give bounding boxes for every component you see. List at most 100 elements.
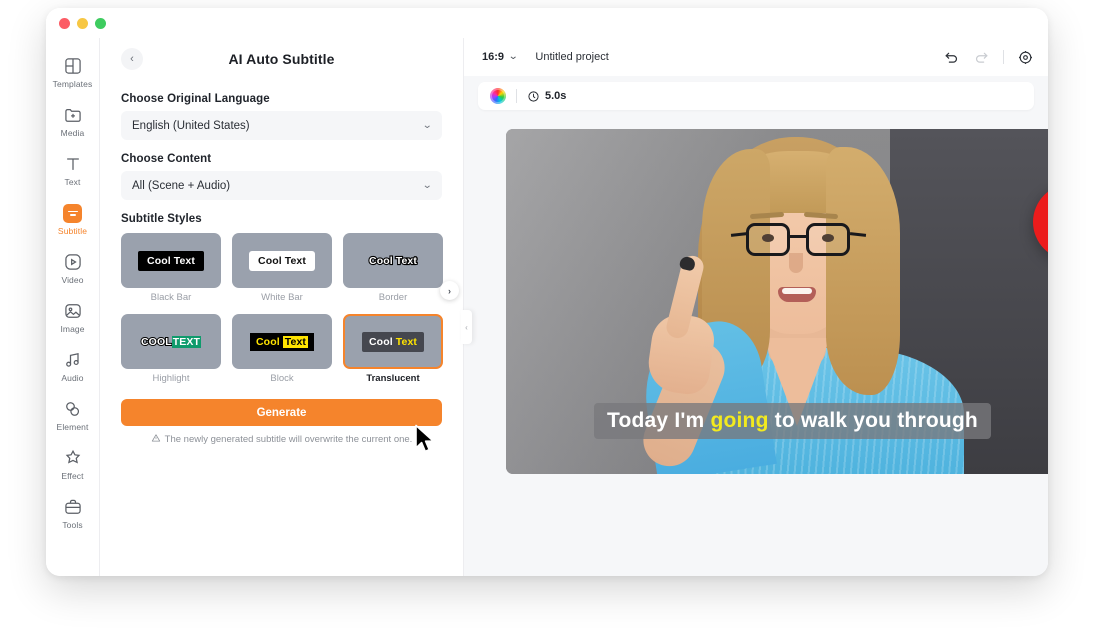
sidebar-label: Effect: [61, 470, 84, 481]
sidebar-item-subtitle[interactable]: Subtitle: [46, 195, 100, 243]
warning-triangle-icon: [151, 433, 161, 446]
style-card-highlight[interactable]: COOL TEXT Highlight: [121, 314, 221, 384]
style-preview: Cool Text: [343, 314, 443, 369]
panel-collapse-handle[interactable]: ‹: [461, 310, 472, 344]
glasses-lens-right: [806, 223, 850, 256]
color-wheel-icon[interactable]: [490, 88, 506, 104]
style-preview: Cool Text: [343, 233, 443, 288]
style-card-border[interactable]: Cool Text Border: [343, 233, 443, 303]
duration-control[interactable]: 5.0s: [527, 90, 566, 103]
app-window: Templates Media Text Subtitle Video Imag…: [46, 8, 1048, 576]
sidebar-item-audio[interactable]: Audio: [46, 342, 100, 390]
chevron-down-icon: ⌄: [421, 179, 433, 191]
panel-header: ‹ AI Auto Subtitle: [121, 38, 442, 80]
zoom-window-button[interactable]: [95, 17, 106, 29]
window-body: Templates Media Text Subtitle Video Imag…: [46, 38, 1048, 576]
sidebar-item-effect[interactable]: Effect: [46, 440, 100, 488]
aspect-ratio-select[interactable]: 16:9 ⌄: [482, 51, 519, 63]
audio-icon: [62, 350, 83, 371]
window-titlebar: [46, 8, 1048, 38]
sample-word-2: TEXT: [171, 335, 201, 348]
minimize-window-button[interactable]: [77, 17, 88, 29]
focus-target-icon[interactable]: [1017, 49, 1034, 66]
glasses-lens-left: [746, 223, 790, 256]
style-card-block[interactable]: Cool Text Block: [232, 314, 332, 384]
chevron-left-icon: ‹: [130, 53, 134, 65]
close-window-button[interactable]: [59, 17, 70, 29]
chevron-left-icon: ‹: [465, 322, 468, 332]
media-icon: [62, 105, 83, 126]
sidebar-item-templates[interactable]: Templates: [46, 48, 100, 96]
style-preview: COOL TEXT: [121, 314, 221, 369]
video-preview-canvas[interactable]: Today I'm going to walk you through: [506, 129, 1048, 474]
sidebar-item-video[interactable]: Video: [46, 244, 100, 292]
style-card-white-bar[interactable]: Cool Text White Bar: [232, 233, 332, 303]
undo-icon[interactable]: [943, 49, 960, 66]
sidebar-label: Element: [56, 421, 89, 432]
templates-icon: [62, 56, 83, 77]
redo-icon[interactable]: [973, 49, 990, 66]
caption-suffix: to walk you through: [768, 409, 978, 432]
style-label: Border: [378, 292, 408, 303]
video-icon: [62, 252, 83, 273]
sidebar-label: Text: [64, 176, 81, 187]
chevron-down-icon: ⌄: [421, 119, 433, 131]
content-select[interactable]: All (Scene + Audio) ⌄: [121, 171, 442, 200]
styles-next-button[interactable]: ›: [440, 281, 459, 300]
sidebar-label: Video: [61, 274, 84, 285]
back-button[interactable]: ‹: [121, 48, 143, 70]
chevron-right-icon: ›: [448, 285, 451, 296]
text-icon: [62, 154, 83, 175]
hair-right: [826, 147, 900, 395]
sidebar-item-element[interactable]: Element: [46, 391, 100, 439]
style-sample-text: Cool Text: [138, 250, 204, 271]
style-preview: Cool Text: [232, 233, 332, 288]
preview-toolbar: 16:9 ⌄ Untitled project: [464, 38, 1048, 76]
style-label: Block: [270, 373, 294, 384]
sidebar-label: Image: [60, 323, 85, 334]
style-preview: Cool Text: [121, 233, 221, 288]
content-value: All (Scene + Audio): [132, 179, 231, 192]
tools-icon: [62, 497, 83, 518]
style-label: Black Bar: [150, 292, 192, 303]
sample-word-1: COOL: [140, 335, 173, 349]
sidebar-item-image[interactable]: Image: [46, 293, 100, 341]
sidebar-item-tools[interactable]: Tools: [46, 489, 100, 537]
style-sample-text: Cool Text: [249, 250, 315, 271]
preview-stage: Today I'm going to walk you through: [464, 110, 1048, 576]
sidebar-item-text[interactable]: Text: [46, 146, 100, 194]
caption-prefix: Today I'm: [607, 409, 711, 432]
language-value: English (United States): [132, 119, 250, 132]
sample-word-1: Cool: [369, 335, 393, 348]
style-card-black-bar[interactable]: Cool Text Black Bar: [121, 233, 221, 303]
style-sample-text: Cool Text: [362, 331, 424, 352]
sidebar-label: Subtitle: [57, 225, 88, 236]
subtitle-styles-label: Subtitle Styles: [121, 213, 202, 225]
sidebar-label: Tools: [62, 519, 83, 530]
language-label: Choose Original Language: [121, 93, 270, 105]
style-label: Highlight: [152, 373, 190, 384]
style-card-translucent[interactable]: Cool Text Translucent: [343, 314, 443, 384]
ai-auto-subtitle-panel: ‹ AI Auto Subtitle Choose Original Langu…: [100, 38, 472, 576]
caption-highlight: going: [710, 409, 769, 432]
subtitle-overlay[interactable]: Today I'm going to walk you through: [594, 403, 991, 439]
clip-toolbar: 5.0s: [478, 82, 1034, 110]
generate-button[interactable]: Generate: [121, 399, 442, 426]
project-name[interactable]: Untitled project: [535, 51, 608, 63]
subtitle-style-grid: Cool Text Black Bar Cool Text White Bar …: [121, 233, 459, 384]
sidebar-nav: Templates Media Text Subtitle Video Imag…: [46, 38, 100, 576]
element-icon: [62, 399, 83, 420]
duration-value: 5.0s: [545, 90, 567, 102]
image-icon: [62, 301, 83, 322]
toolbar-divider: [1003, 50, 1004, 64]
preview-pane: 16:9 ⌄ Untitled project 5.0s Today I'm g…: [464, 38, 1048, 576]
sidebar-item-media[interactable]: Media: [46, 97, 100, 145]
chevron-down-icon: ⌄: [507, 51, 519, 62]
sample-word-1: Cool: [256, 335, 280, 348]
style-label: White Bar: [261, 292, 303, 303]
effect-icon: [62, 448, 83, 469]
original-language-select[interactable]: English (United States) ⌄: [121, 111, 442, 140]
style-sample-text: COOL TEXT: [140, 335, 201, 349]
glasses-bridge: [790, 235, 806, 238]
subtitle-icon: [62, 203, 83, 224]
